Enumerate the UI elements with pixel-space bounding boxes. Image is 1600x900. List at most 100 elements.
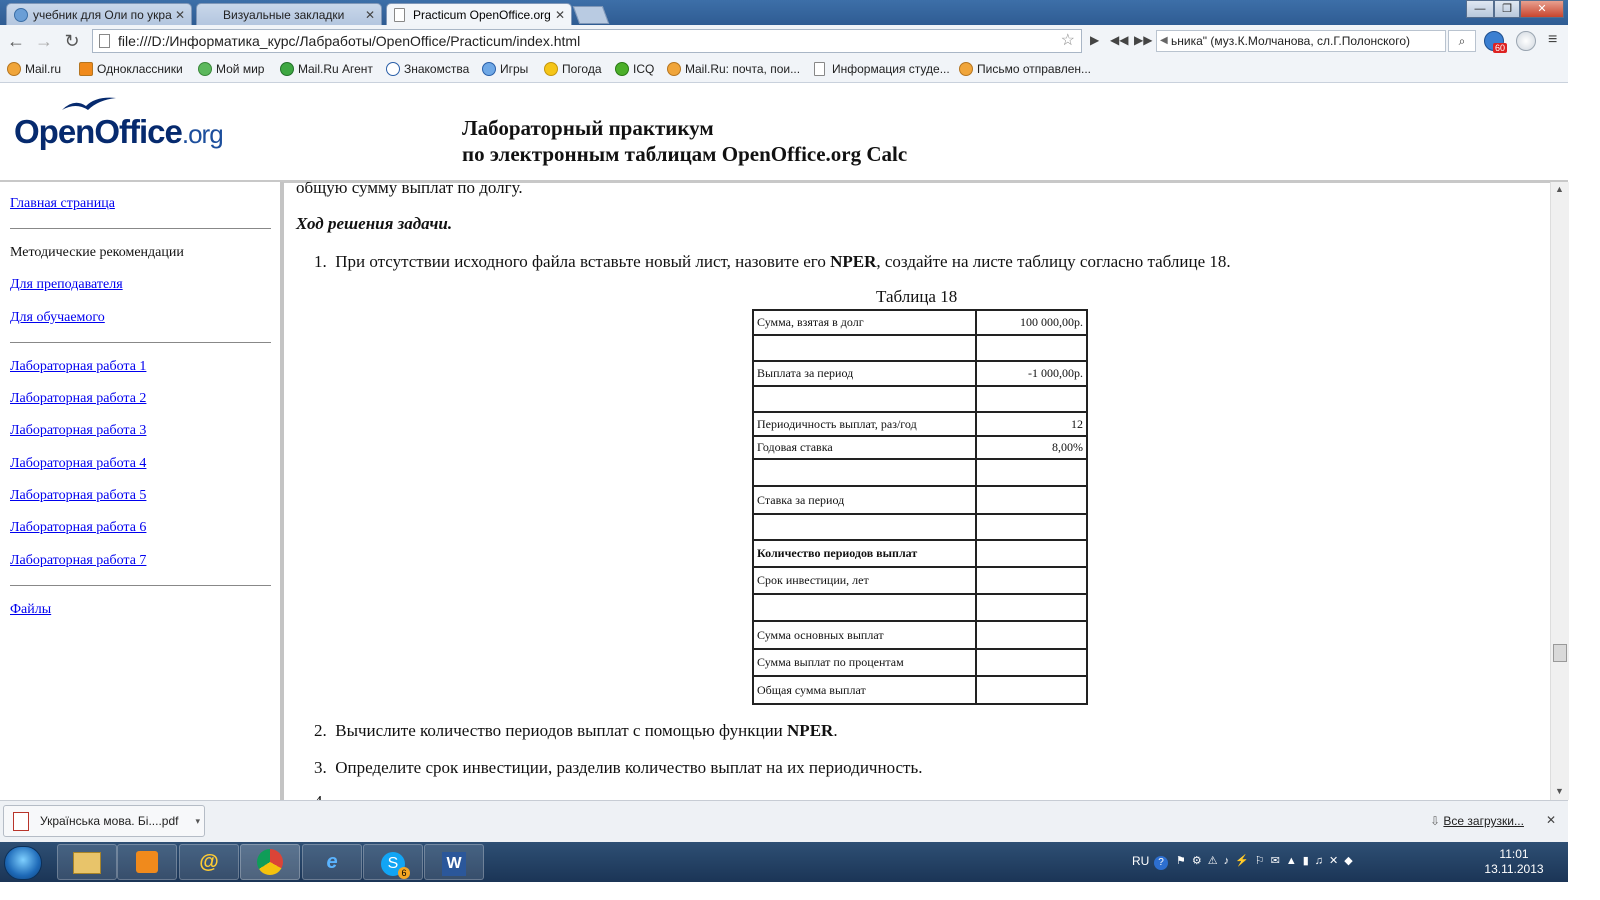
sidebar-link-lab-1[interactable]: Лабораторная работа 1 [10, 359, 146, 375]
sidebar-link-files[interactable]: Файлы [10, 602, 51, 618]
wrench-menu-icon[interactable]: ≡ [1548, 31, 1557, 49]
bookmark-label: Одноклассники [97, 62, 183, 76]
bookmark-mailru[interactable]: Mail.ru [6, 58, 61, 82]
reload-button[interactable]: ↻ [60, 30, 84, 52]
sidebar-link-teacher[interactable]: Для преподавателя [10, 277, 123, 293]
close-tab-icon[interactable]: ✕ [365, 4, 375, 25]
bookmark-znakomstva[interactable]: Знакомства [385, 58, 469, 82]
table-row: Выплата за период -1 000,00р. [752, 360, 1088, 387]
sidebar-link-lab-6[interactable]: Лабораторная работа 6 [10, 520, 146, 536]
table-cell-value: 100 000,00р. [975, 309, 1088, 336]
bookmark-odnoklassniki[interactable]: Одноклассники [78, 58, 183, 82]
sidebar-link-lab-5[interactable]: Лабораторная работа 5 [10, 488, 146, 504]
tab-visual-bookmarks[interactable]: Визуальные закладки ✕ [196, 3, 382, 25]
maximize-button[interactable]: ❐ [1494, 0, 1520, 18]
skype-taskbar-button[interactable]: S6 [363, 844, 423, 880]
table-row: Общая сумма выплат [752, 675, 1088, 705]
language-indicator[interactable]: RU [1132, 842, 1149, 882]
bookmark-moy-mir[interactable]: Мой мир [197, 58, 264, 82]
table-cell-label: Сумма выплат по процентам [752, 648, 977, 677]
media-player-icon [136, 851, 158, 873]
tab-practicum[interactable]: Practicum OpenOffice.org ✕ [386, 3, 572, 25]
extension-icon[interactable] [1516, 31, 1536, 51]
table-row: Сумма выплат по процентам [752, 648, 1088, 677]
download-menu-chevron-icon[interactable]: ▾ [195, 806, 200, 836]
vertical-scrollbar[interactable]: ▲ ▼ [1550, 182, 1569, 800]
address-bar[interactable]: file:///D:/Информатика_курс/Лабработы/Op… [92, 29, 1082, 53]
step-number: 3. [314, 758, 327, 777]
scroll-up-icon[interactable]: ▲ [1555, 184, 1564, 194]
media-track-title: ◀ ьника" (муз.К.Молчанова, сл.Г.Полонско… [1156, 30, 1446, 52]
step-4: 4. [314, 792, 327, 800]
bookmark-pismo[interactable]: Письмо отправлен... [958, 58, 1091, 82]
media-play-icon[interactable]: ▶ [1090, 33, 1099, 47]
minimize-button[interactable]: — [1466, 0, 1494, 18]
search-icon[interactable]: ⌕ [1448, 30, 1476, 52]
forward-button[interactable]: → [32, 30, 56, 52]
back-button[interactable]: ← [4, 30, 28, 52]
new-tab-button[interactable] [572, 6, 610, 24]
logo-org-text: .org [181, 119, 224, 149]
mail-count-badge: 60 [1493, 43, 1508, 53]
ie-taskbar-button[interactable]: e [302, 844, 362, 880]
table-cell-value [975, 385, 1088, 413]
tab-label: учебник для Оли по укра [33, 8, 172, 22]
bookmark-pogoda[interactable]: Погода [543, 58, 602, 82]
bookmark-mailru-agent[interactable]: Mail.Ru Агент [279, 58, 373, 82]
chrome-taskbar-button[interactable] [240, 844, 300, 880]
mailru-favicon-icon [14, 8, 28, 22]
page-title: Лабораторный практикум по электронным та… [462, 115, 907, 167]
table-cell-value [975, 485, 1088, 515]
table-row [752, 334, 1088, 362]
page-title-line1: Лабораторный практикум [462, 116, 714, 140]
download-item[interactable]: Українська мова. Бі....pdf ▾ [3, 805, 205, 837]
close-download-bar-icon[interactable]: ✕ [1546, 813, 1556, 827]
bookmark-mailru-pochta[interactable]: Mail.Ru: почта, пои... [666, 58, 800, 82]
table-cell-label [752, 593, 977, 622]
sidebar-link-student[interactable]: Для обучаемого [10, 310, 105, 326]
bookmark-icq[interactable]: ICQ [614, 58, 654, 82]
divider [10, 228, 271, 229]
start-button[interactable] [4, 846, 42, 880]
table-row: Срок инвестиции, лет [752, 566, 1088, 595]
table-cell-value [975, 566, 1088, 595]
media-rewind-icon[interactable]: ◀◀ [1110, 33, 1128, 47]
scrollbar-thumb[interactable] [1553, 644, 1567, 662]
all-downloads-link[interactable]: ⇩ Все загрузки... [1430, 814, 1524, 828]
sidebar-link-lab-2[interactable]: Лабораторная работа 2 [10, 391, 146, 407]
table-cell-label: Срок инвестиции, лет [752, 566, 977, 595]
bookmarks-bar: Mail.ru Одноклассники Мой мир Mail.Ru Аг… [0, 58, 1568, 83]
media-player-taskbar-button[interactable] [117, 844, 177, 880]
explorer-taskbar-button[interactable] [57, 844, 117, 880]
close-window-button[interactable]: ✕ [1520, 0, 1564, 18]
step-number: 2. [314, 721, 327, 740]
sidebar: Главная страница Методические рекомендац… [0, 182, 284, 800]
bookmark-label: ICQ [633, 62, 655, 76]
help-icon[interactable]: ? [1154, 842, 1168, 882]
step-text: , создайте на листе таблицу согласно таб… [876, 252, 1231, 271]
browser-tab-strip: учебник для Оли по укра ✕ Визуальные зак… [0, 0, 1568, 25]
windows-taskbar: @ e S6 W RU ? ⚑⚙⚠♪⚡⚐✉▲▮♫✕◆ 11:01 13.11.2… [0, 842, 1568, 882]
bookmark-informatsiya[interactable]: Информация студе... [813, 58, 950, 82]
tray-icons[interactable]: ⚑⚙⚠♪⚡⚐✉▲▮♫✕◆ [1176, 842, 1359, 882]
media-forward-icon[interactable]: ▶▶ [1134, 33, 1152, 47]
close-tab-icon[interactable]: ✕ [555, 4, 565, 25]
close-tab-icon[interactable]: ✕ [175, 4, 185, 25]
word-taskbar-button[interactable]: W [424, 844, 484, 880]
mail-agent-icon[interactable]: 60 [1484, 31, 1508, 53]
mail-agent-taskbar-button[interactable]: @ [179, 844, 239, 880]
sidebar-link-lab-7[interactable]: Лабораторная работа 7 [10, 553, 146, 569]
tab-textbook[interactable]: учебник для Оли по укра ✕ [6, 3, 192, 25]
table-cell-label [752, 385, 977, 413]
table-row [752, 593, 1088, 622]
sidebar-link-home[interactable]: Главная страница [10, 196, 115, 212]
bookmark-igry[interactable]: Игры [481, 58, 528, 82]
scroll-down-icon[interactable]: ▼ [1555, 786, 1564, 796]
star-bookmark-icon[interactable]: ☆ [1061, 30, 1075, 52]
clock[interactable]: 11:01 13.11.2013 [1474, 842, 1554, 882]
step-2: 2. Вычислите количество периодов выплат … [314, 721, 838, 741]
bookmark-label: Игры [500, 62, 529, 76]
download-arrow-icon: ⇩ [1430, 814, 1441, 828]
sidebar-link-lab-4[interactable]: Лабораторная работа 4 [10, 456, 146, 472]
sidebar-link-lab-3[interactable]: Лабораторная работа 3 [10, 423, 146, 439]
